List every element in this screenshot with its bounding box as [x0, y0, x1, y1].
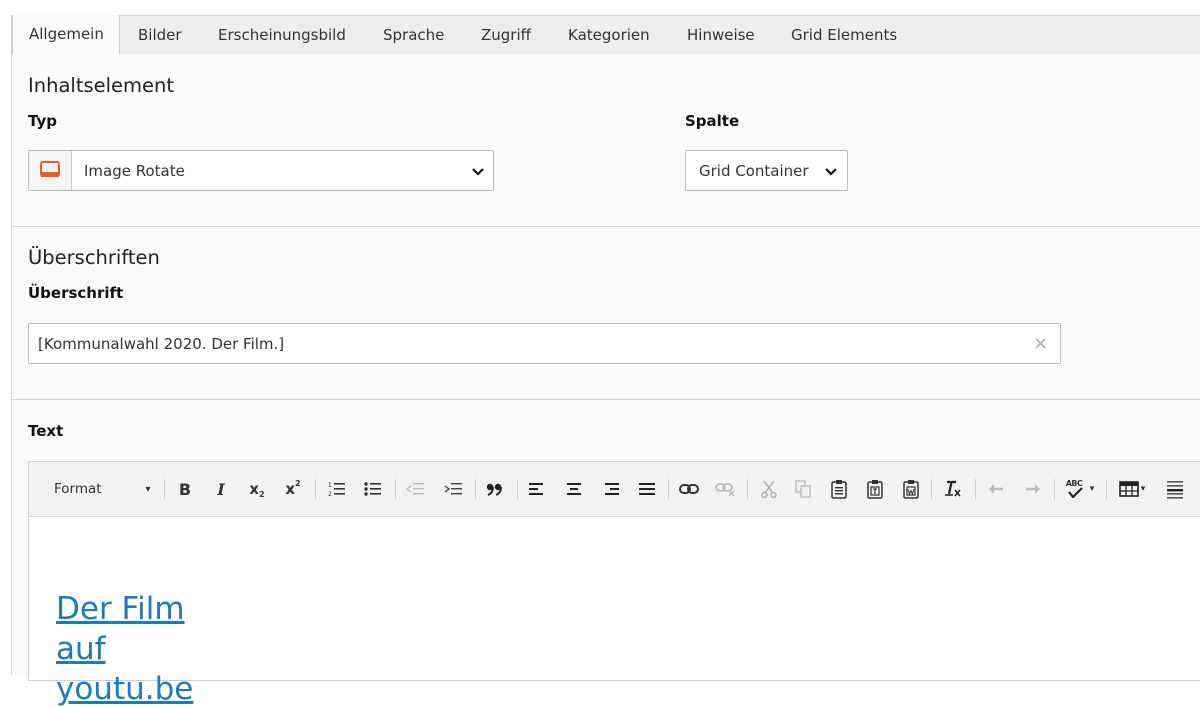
copy-icon[interactable]	[793, 479, 813, 499]
header-input[interactable]: [Kommunalwahl 2020. Der Film.] ×	[28, 323, 1061, 364]
bullet-list-icon[interactable]	[363, 479, 383, 499]
toolbar-separator	[1106, 479, 1107, 500]
text-label: Text	[28, 422, 64, 440]
bold-button[interactable]: B	[175, 479, 195, 499]
paste-icon[interactable]	[829, 479, 849, 499]
section-divider	[12, 226, 1200, 227]
indent-icon[interactable]	[443, 479, 463, 499]
editor-link-line-1[interactable]: Der Film	[56, 594, 185, 625]
tab-zugriff[interactable]: Zugriff	[481, 16, 531, 55]
tab-sprache[interactable]: Sprache	[383, 16, 444, 55]
blockquote-icon[interactable]	[485, 479, 505, 499]
type-icon-box	[29, 151, 72, 190]
numbered-list-icon[interactable]: 12	[327, 479, 347, 499]
toolbar-separator	[975, 479, 976, 500]
tab-bilder[interactable]: Bilder	[138, 16, 182, 55]
section-title-content-element: Inhaltselement	[28, 74, 175, 97]
tab-grid-elements[interactable]: Grid Elements	[791, 16, 897, 55]
table-caret-icon: ▾	[1140, 484, 1146, 494]
tab-bar: Allgemein Bilder Erscheinungsbild Sprach…	[11, 15, 1200, 55]
type-select-value: Image Rotate	[84, 162, 185, 180]
subscript-button[interactable]: x2	[245, 479, 269, 499]
unlink-icon[interactable]	[714, 479, 736, 499]
toolbar-separator	[931, 479, 932, 500]
toolbar-separator	[668, 479, 669, 500]
format-label: Format	[54, 481, 102, 497]
subscript-mark: 2	[259, 489, 265, 499]
subscript-base: x	[249, 480, 260, 498]
clear-icon[interactable]: ×	[1033, 333, 1048, 354]
tab-erscheinungsbild[interactable]: Erscheinungsbild	[218, 16, 346, 55]
cut-icon[interactable]	[759, 479, 779, 499]
superscript-base: x	[285, 480, 296, 498]
toolbar-separator	[315, 479, 316, 500]
form-panel: Inhaltselement Typ Spalte Image Rotate G…	[11, 54, 1200, 705]
tab-hinweise[interactable]: Hinweise	[687, 16, 755, 55]
superscript-button[interactable]: x2	[281, 479, 305, 499]
editor-toolbar: Format ▾ B I x2 x2 12 ABC ▾ ▾	[29, 462, 1200, 517]
horizontal-rule-icon[interactable]	[1165, 479, 1185, 499]
header-input-value: [Kommunalwahl 2020. Der Film.]	[38, 335, 285, 353]
image-rotate-icon	[40, 161, 60, 177]
type-label: Typ	[28, 112, 57, 130]
spellcheck-caret-icon: ▾	[1089, 484, 1095, 494]
rich-text-editor[interactable]: Format ▾ B I x2 x2 12 ABC ▾ ▾ Der Film a…	[28, 461, 1200, 705]
toolbar-separator	[747, 479, 748, 500]
toolbar-separator	[164, 479, 165, 500]
chevron-down-icon	[825, 168, 837, 176]
format-dropdown[interactable]: Format	[54, 479, 102, 499]
link-icon[interactable]	[678, 479, 700, 499]
align-center-icon[interactable]	[565, 479, 583, 499]
align-right-icon[interactable]	[602, 479, 620, 499]
header-label: Überschrift	[28, 284, 124, 302]
chevron-down-icon	[472, 168, 484, 176]
editor-link-line-3[interactable]: youtu.be	[56, 674, 193, 705]
section-title-headers: Überschriften	[28, 246, 160, 269]
undo-icon[interactable]	[986, 479, 1006, 499]
svg-text:1: 1	[328, 482, 332, 489]
tab-kategorien[interactable]: Kategorien	[568, 16, 650, 55]
svg-text:2: 2	[328, 491, 332, 497]
outdent-icon[interactable]	[405, 479, 425, 499]
section-divider	[12, 399, 1200, 400]
column-select[interactable]: Grid Container	[685, 150, 848, 191]
column-select-value: Grid Container	[699, 162, 809, 180]
format-dropdown-caret-icon[interactable]: ▾	[143, 479, 153, 499]
paste-word-icon[interactable]	[901, 479, 921, 499]
toolbar-separator	[475, 479, 476, 500]
spellcheck-button[interactable]: ABC ▾	[1064, 479, 1096, 499]
table-button[interactable]: ▾	[1115, 479, 1149, 499]
table-icon	[1118, 481, 1139, 497]
toolbar-separator	[1054, 479, 1055, 500]
toolbar-separator	[395, 479, 396, 500]
align-justify-icon[interactable]	[638, 479, 656, 499]
type-select[interactable]: Image Rotate	[28, 150, 494, 191]
remove-format-icon[interactable]	[941, 479, 963, 499]
tab-allgemein[interactable]: Allgemein	[12, 15, 120, 55]
align-left-icon[interactable]	[528, 479, 546, 499]
toolbar-separator	[517, 479, 518, 500]
italic-button[interactable]: I	[211, 479, 231, 499]
paste-text-icon[interactable]	[865, 479, 885, 499]
column-label: Spalte	[685, 112, 740, 130]
superscript-mark: 2	[295, 478, 301, 488]
spellcheck-icon: ABC	[1066, 479, 1088, 499]
redo-icon[interactable]	[1023, 479, 1043, 499]
editor-link-line-2[interactable]: auf	[56, 634, 106, 665]
